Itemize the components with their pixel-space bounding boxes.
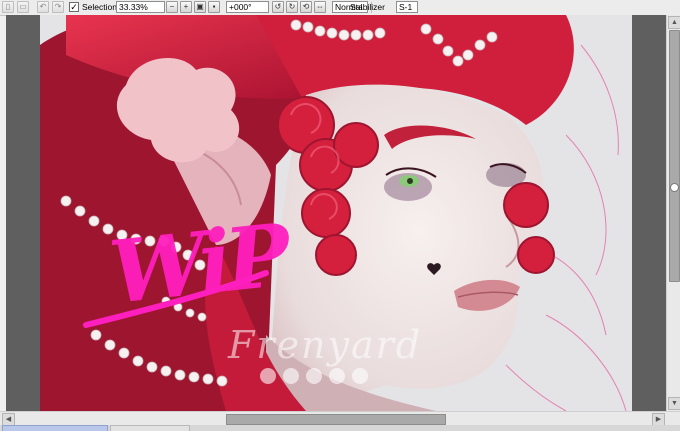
canvas-tab-secondary[interactable] — [110, 425, 190, 431]
fit-view-icon: ▣ — [196, 2, 204, 11]
canvas-tab[interactable] — [2, 425, 108, 431]
zoom-in-button[interactable]: + — [180, 1, 192, 13]
undo-icon: ↶ — [39, 2, 47, 11]
zoom-in-icon: + — [183, 2, 189, 11]
scroll-center-marker-icon — [670, 183, 679, 192]
flip-icon: ⇔ — [316, 2, 324, 11]
scroll-up-arrow-icon[interactable]: ▲ — [668, 16, 680, 29]
fit-view-button[interactable]: ▣ — [194, 1, 206, 13]
zoom-field[interactable]: 33.33% — [116, 1, 165, 13]
vertical-scrollbar[interactable]: ▲ ▼ — [666, 15, 680, 411]
toolbar: ▯ ▭ ↶ ↷ ✓ Selection 33.33% − + ▣ ▪ +000°… — [0, 0, 680, 16]
flip-button[interactable]: ⇔ — [314, 1, 326, 13]
stabilizer-select[interactable]: S-1 — [396, 1, 418, 13]
rotate-reset-icon: ⟲ — [302, 2, 310, 11]
scroll-down-arrow-icon[interactable]: ▼ — [668, 397, 680, 410]
horizontal-scroll-thumb[interactable] — [226, 414, 446, 425]
rotate-right-icon: ↻ — [288, 2, 296, 11]
folder-icon: ▭ — [19, 2, 27, 11]
vertical-scroll-thumb[interactable] — [669, 30, 680, 282]
selection-label: Selection — [82, 2, 117, 12]
canvas-viewport[interactable]: WiP Frenyard — [6, 15, 666, 411]
rotate-right-button[interactable]: ↻ — [286, 1, 298, 13]
redo-icon: ↷ — [54, 2, 62, 11]
actual-size-icon: ▪ — [212, 2, 216, 11]
stabilizer-label: Stabilizer — [350, 2, 385, 12]
rotate-left-button[interactable]: ↺ — [272, 1, 284, 13]
status-bar — [0, 425, 680, 431]
selection-checkbox[interactable]: ✓ — [69, 2, 79, 12]
undo-button[interactable]: ↶ — [37, 1, 49, 13]
actual-size-button[interactable]: ▪ — [208, 1, 220, 13]
rotation-field[interactable]: +000° — [226, 1, 269, 13]
artist-signature: Frenyard — [228, 323, 423, 367]
zoom-out-icon: − — [169, 2, 175, 11]
zoom-out-button[interactable]: − — [166, 1, 178, 13]
open-file-button[interactable]: ▭ — [17, 1, 29, 13]
new-canvas-button[interactable]: ▯ — [2, 1, 14, 13]
rotate-reset-button[interactable]: ⟲ — [300, 1, 312, 13]
redo-button[interactable]: ↷ — [52, 1, 64, 13]
rotate-left-icon: ↺ — [274, 2, 282, 11]
file-icon: ▯ — [5, 2, 11, 11]
horizontal-scrollbar[interactable]: ◀ ▶ — [0, 411, 680, 426]
